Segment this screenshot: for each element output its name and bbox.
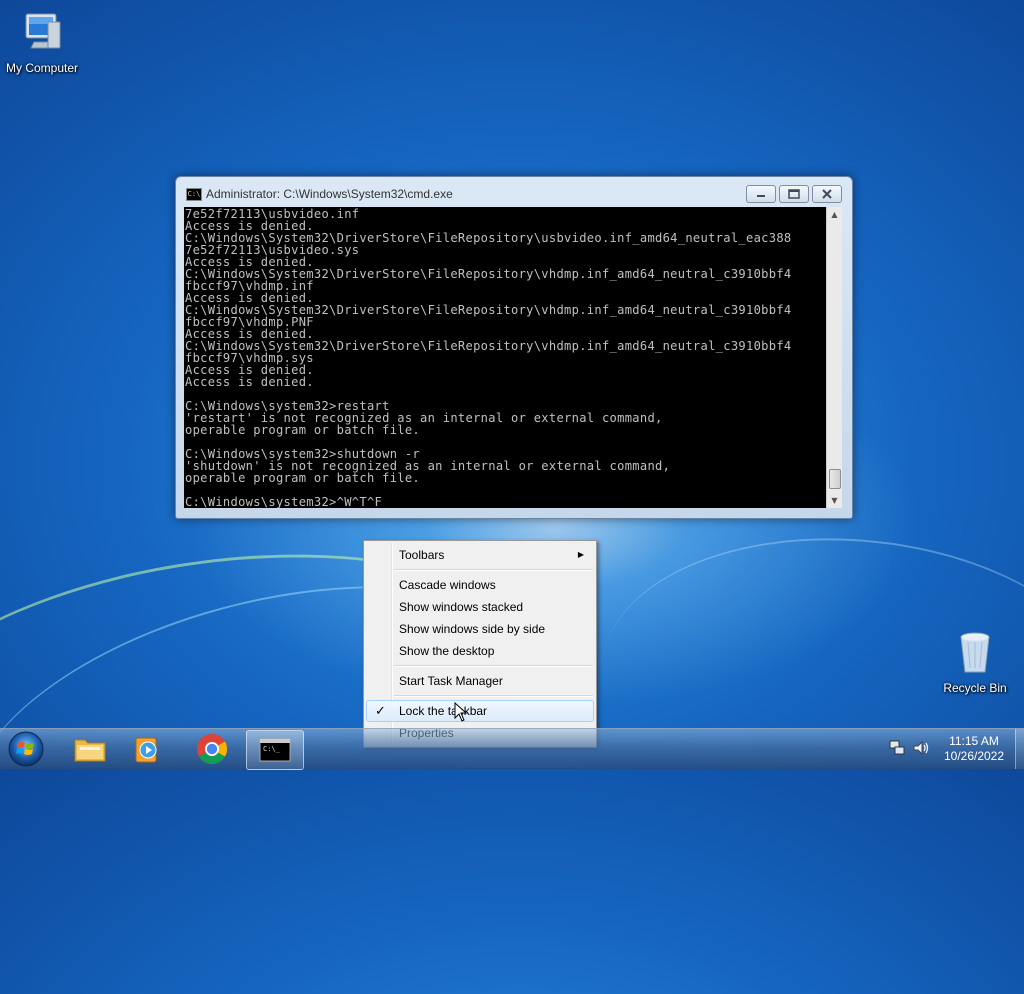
menu-item-label: Show windows side by side	[399, 622, 546, 636]
maximize-button[interactable]	[779, 185, 809, 203]
maximize-icon	[788, 189, 800, 199]
taskbar-button-media-player[interactable]	[120, 730, 176, 768]
menu-item-show-windows-side-by-side[interactable]: Show windows side by side	[366, 618, 594, 640]
vertical-scrollbar[interactable]: ▲ ▼	[826, 207, 842, 508]
taskbar-clock[interactable]: 11:15 AM 10/26/2022	[934, 734, 1014, 764]
taskbar-button-chrome[interactable]	[184, 730, 240, 768]
submenu-arrow-icon: ▶	[577, 550, 584, 559]
taskbar[interactable]: C:\_ 11:15 AM 10/26/2022	[0, 728, 1024, 770]
start-button[interactable]	[6, 730, 46, 768]
taskbar-button-explorer[interactable]	[62, 730, 118, 768]
scroll-down-arrow-icon[interactable]: ▼	[827, 493, 842, 508]
menu-separator	[394, 695, 593, 697]
console-text: 7e52f72113\usbvideo.inf Access is denied…	[184, 207, 826, 508]
close-button[interactable]	[812, 185, 842, 203]
taskbar-context-menu: Toolbars ▶ Cascade windows Show windows …	[363, 540, 597, 748]
menu-item-show-the-desktop[interactable]: Show the desktop	[366, 640, 594, 662]
close-icon	[822, 189, 832, 199]
desktop-icon-label: Recycle Bin	[943, 681, 1007, 695]
menu-item-lock-the-taskbar[interactable]: ✓ Lock the taskbar	[366, 700, 594, 722]
media-player-icon	[135, 737, 157, 763]
desktop-icon-my-computer[interactable]: My Computer	[0, 8, 84, 75]
menu-item-label: Toolbars	[399, 548, 445, 562]
menu-item-label: Start Task Manager	[399, 674, 503, 688]
scrollbar-thumb[interactable]	[829, 469, 841, 489]
cmd-icon: C:\	[186, 188, 202, 201]
cmd-icon: C:\_	[259, 738, 291, 762]
cmd-window-title: Administrator: C:\Windows\System32\cmd.e…	[206, 187, 453, 201]
menu-item-start-task-manager[interactable]: Start Task Manager	[366, 670, 594, 692]
clock-date: 10/26/2022	[943, 749, 1005, 763]
minimize-icon	[757, 195, 765, 197]
taskbar-button-cmd[interactable]: C:\_	[246, 730, 304, 770]
checkmark-icon: ✓	[375, 703, 386, 718]
volume-icon[interactable]	[912, 739, 930, 757]
console-output[interactable]: 7e52f72113\usbvideo.inf Access is denied…	[184, 207, 826, 508]
computer-icon	[25, 13, 61, 49]
desktop-icon-label: My Computer	[5, 61, 79, 75]
console-line: operable program or batch file.	[185, 471, 421, 485]
menu-item-show-windows-stacked[interactable]: Show windows stacked	[366, 596, 594, 618]
minimize-button[interactable]	[746, 185, 776, 203]
menu-separator	[394, 665, 593, 667]
menu-item-label: Show windows stacked	[399, 600, 524, 614]
menu-item-toolbars[interactable]: Toolbars ▶	[366, 544, 594, 566]
show-desktop-button[interactable]	[1015, 729, 1024, 769]
network-icon[interactable]	[888, 739, 906, 757]
menu-item-label: Lock the taskbar	[399, 704, 488, 718]
console-line: Access is denied.	[185, 375, 314, 389]
svg-text:C:\_: C:\_	[263, 745, 281, 753]
menu-item-cascade-windows[interactable]: Cascade windows	[366, 574, 594, 596]
desktop-icon-recycle-bin[interactable]: Recycle Bin	[933, 628, 1017, 695]
menu-item-label: Cascade windows	[399, 578, 496, 592]
mouse-pointer-icon	[454, 702, 468, 722]
console-line: C:\Windows\system32>^W^T^F	[185, 495, 383, 508]
cmd-window[interactable]: C:\ Administrator: C:\Windows\System32\c…	[175, 176, 853, 519]
windows-logo-icon	[8, 731, 44, 767]
scroll-up-arrow-icon[interactable]: ▲	[827, 207, 842, 222]
menu-item-label: Show the desktop	[399, 644, 495, 658]
menu-separator	[394, 569, 593, 571]
console-line: operable program or batch file.	[185, 423, 421, 437]
cmd-titlebar[interactable]: C:\ Administrator: C:\Windows\System32\c…	[176, 177, 852, 209]
folder-icon	[74, 739, 106, 762]
recycle-bin-icon	[960, 632, 990, 673]
chrome-icon	[197, 734, 228, 765]
clock-time: 11:15 AM	[949, 734, 999, 748]
